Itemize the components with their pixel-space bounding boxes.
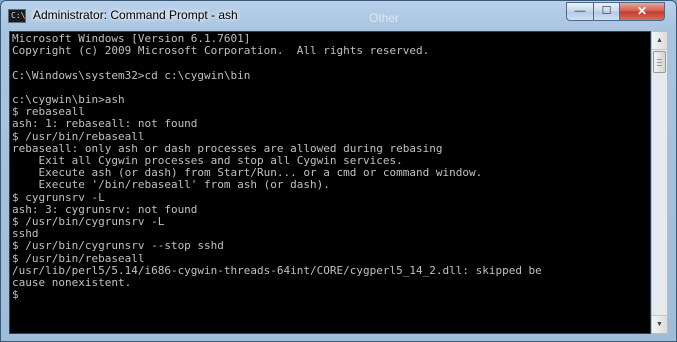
console-line: C:\Windows\system32>cd c:\cygwin\bin xyxy=(12,68,251,82)
window-title: Administrator: Command Prompt - ash xyxy=(33,8,238,22)
maximize-button[interactable]: ☐ xyxy=(593,2,620,21)
console-line: $ /usr/bin/rebaseall xyxy=(12,251,145,265)
console-line: $ rebaseall xyxy=(12,105,85,119)
console-output[interactable]: Microsoft Windows [Version 6.1.7601] Cop… xyxy=(9,31,651,334)
console-line: Execute ash (or dash) from Start/Run... … xyxy=(12,166,483,180)
thumb-grip-line xyxy=(657,62,662,63)
console-line: $ cygrunsrv -L xyxy=(12,190,105,204)
console-line: sshd xyxy=(12,227,39,241)
console-text: Microsoft Windows [Version 6.1.7601] Cop… xyxy=(10,32,650,301)
console-line: Execute '/bin/rebaseall' from ash (or da… xyxy=(12,178,330,192)
background-window-text: Other xyxy=(369,11,400,25)
console-line: ash: 3: cygrunsrv: not found xyxy=(12,202,198,216)
console-line: Microsoft Windows [Version 6.1.7601] xyxy=(12,32,251,45)
scroll-up-arrow-icon[interactable]: ▲ xyxy=(652,32,667,50)
console-line: $ /usr/bin/rebaseall xyxy=(12,129,145,143)
command-prompt-window: C:\ Administrator: Command Prompt - ash … xyxy=(0,0,677,342)
close-button[interactable]: ✕ xyxy=(619,2,665,21)
scroll-down-arrow-icon[interactable]: ▼ xyxy=(652,315,667,333)
console-line: cause nonexistent. xyxy=(12,276,132,290)
console-line: $ xyxy=(12,288,19,302)
console-line: /usr/lib/perl5/5.14/i686-cygwin-threads-… xyxy=(12,263,542,277)
title-bar[interactable]: C:\ Administrator: Command Prompt - ash … xyxy=(1,1,676,31)
console-line: Copyright (c) 2009 Microsoft Corporation… xyxy=(12,44,430,58)
thumb-grip-line xyxy=(657,59,662,60)
console-line: Exit all Cygwin processes and stop all C… xyxy=(12,154,403,168)
thumb-grip-line xyxy=(657,65,662,66)
console-line: rebaseall: only ash or dash processes ar… xyxy=(12,141,443,155)
console-line: $ /usr/bin/cygrunsrv --stop sshd xyxy=(12,239,224,253)
console-line: $ /usr/bin/cygrunsrv -L xyxy=(12,215,165,229)
vertical-scrollbar[interactable]: ▲ ▼ xyxy=(651,31,668,334)
scroll-thumb[interactable] xyxy=(653,51,666,73)
console-line: ash: 1: rebaseall: not found xyxy=(12,117,198,131)
cmd-icon[interactable]: C:\ xyxy=(8,9,26,23)
minimize-button[interactable]: — xyxy=(566,2,594,21)
console-line: c:\cygwin\bin>ash xyxy=(12,93,125,107)
